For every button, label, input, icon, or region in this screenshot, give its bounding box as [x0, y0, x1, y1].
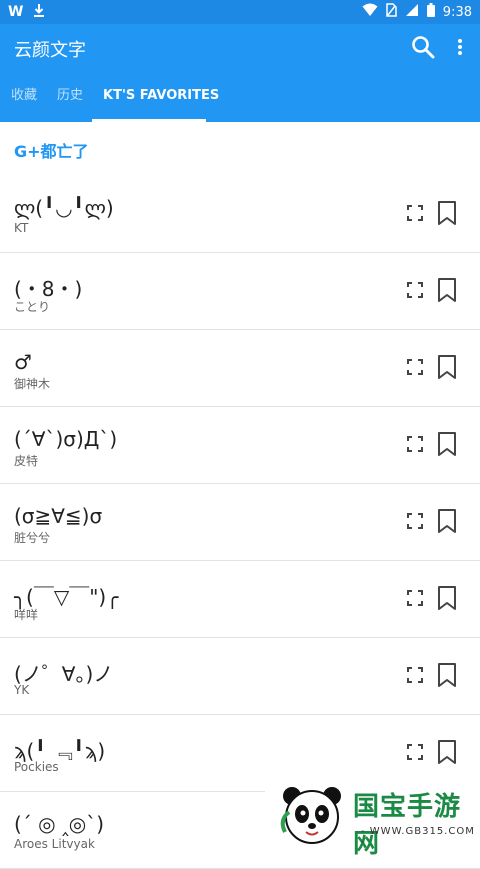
expand-icon[interactable] — [406, 743, 424, 761]
kaomoji-name: Pockies — [14, 760, 59, 774]
section-header: G+都亡了 — [0, 122, 480, 177]
bookmark-icon[interactable] — [437, 739, 457, 765]
panda-logo-icon — [279, 782, 345, 852]
expand-icon[interactable] — [406, 666, 424, 684]
kaomoji-text: (´ ◎ ‸◎`) — [14, 812, 104, 836]
kaomoji-name: KT — [14, 221, 29, 235]
bookmark-icon[interactable] — [437, 662, 457, 688]
tab-bar: 收藏 历史 KT'S FAVORITES — [0, 72, 480, 122]
expand-icon[interactable] — [406, 204, 424, 222]
kaomoji-name: 咩咩 — [14, 608, 39, 622]
download-icon — [33, 3, 45, 21]
more-options-icon[interactable] — [452, 36, 468, 60]
list-item[interactable]: (´∀`)σ)Д`) 皮特 — [0, 407, 480, 484]
app-bar: 云颜文字 — [0, 24, 480, 72]
list-item[interactable]: (・8・) ことり — [0, 253, 480, 330]
watermark-url: - WWW.GB315.COM - — [361, 826, 475, 848]
status-bar: W 9:38 — [0, 0, 480, 24]
expand-icon[interactable] — [406, 589, 424, 607]
bookmark-icon[interactable] — [437, 200, 457, 226]
list-item[interactable]: (ノ゜∀。)ノ YK — [0, 638, 480, 715]
status-time: 9:38 — [442, 4, 472, 20]
kaomoji-name: Aroes Litvyak — [14, 837, 95, 851]
list-item[interactable]: ╮(￣▽￣")╭ 咩咩 — [0, 561, 480, 638]
bookmark-icon[interactable] — [437, 585, 457, 611]
kaomoji-text: (´∀`)σ)Д`) — [14, 427, 118, 451]
list-item[interactable]: ლ(╹◡╹ლ) KT — [0, 176, 480, 253]
list-item[interactable]: (σ≧∀≦)σ 脏兮兮 — [0, 484, 480, 561]
list-item[interactable]: ♂ 御神木 — [0, 330, 480, 407]
expand-icon[interactable] — [406, 512, 424, 530]
kaomoji-name: YK — [14, 683, 30, 697]
search-icon[interactable] — [410, 34, 436, 60]
kaomoji-name: 皮特 — [14, 454, 39, 468]
kaomoji-text: ლ(╹◡╹ლ) — [14, 196, 114, 220]
kaomoji-name: ことり — [14, 300, 51, 314]
kaomoji-name: 御神木 — [14, 377, 51, 391]
bookmark-icon[interactable] — [437, 354, 457, 380]
wifi-icon — [362, 3, 378, 21]
bookmark-icon[interactable] — [437, 508, 457, 534]
battery-icon — [426, 3, 435, 21]
app-title: 云颜文字 — [14, 40, 86, 61]
watermark: 国宝手游网 - WWW.GB315.COM - — [265, 774, 480, 859]
watermark-text: 国宝手游网 — [353, 792, 462, 859]
expand-icon[interactable] — [406, 435, 424, 453]
kaomoji-text: (σ≧∀≦)σ — [14, 504, 103, 528]
kaomoji-list: ლ(╹◡╹ლ) KT (・8・) ことり ♂ 御神木 (´∀`)σ)Д`) 皮特… — [0, 176, 480, 869]
kaomoji-text: ♂ — [14, 350, 32, 374]
expand-icon[interactable] — [406, 281, 424, 299]
w-app-icon: W — [8, 4, 24, 20]
bookmark-icon[interactable] — [437, 277, 457, 303]
bookmark-icon[interactable] — [437, 431, 457, 457]
signal-icon — [405, 3, 419, 21]
expand-icon[interactable] — [406, 358, 424, 376]
no-sim-icon — [386, 3, 397, 21]
tab-history[interactable]: 历史 — [57, 72, 83, 122]
kaomoji-name: 脏兮兮 — [14, 531, 51, 545]
tab-collection[interactable]: 收藏 — [11, 72, 37, 122]
section-title: G+都亡了 — [14, 142, 89, 161]
tab-kts-favorites[interactable]: KT'S FAVORITES — [103, 72, 219, 122]
